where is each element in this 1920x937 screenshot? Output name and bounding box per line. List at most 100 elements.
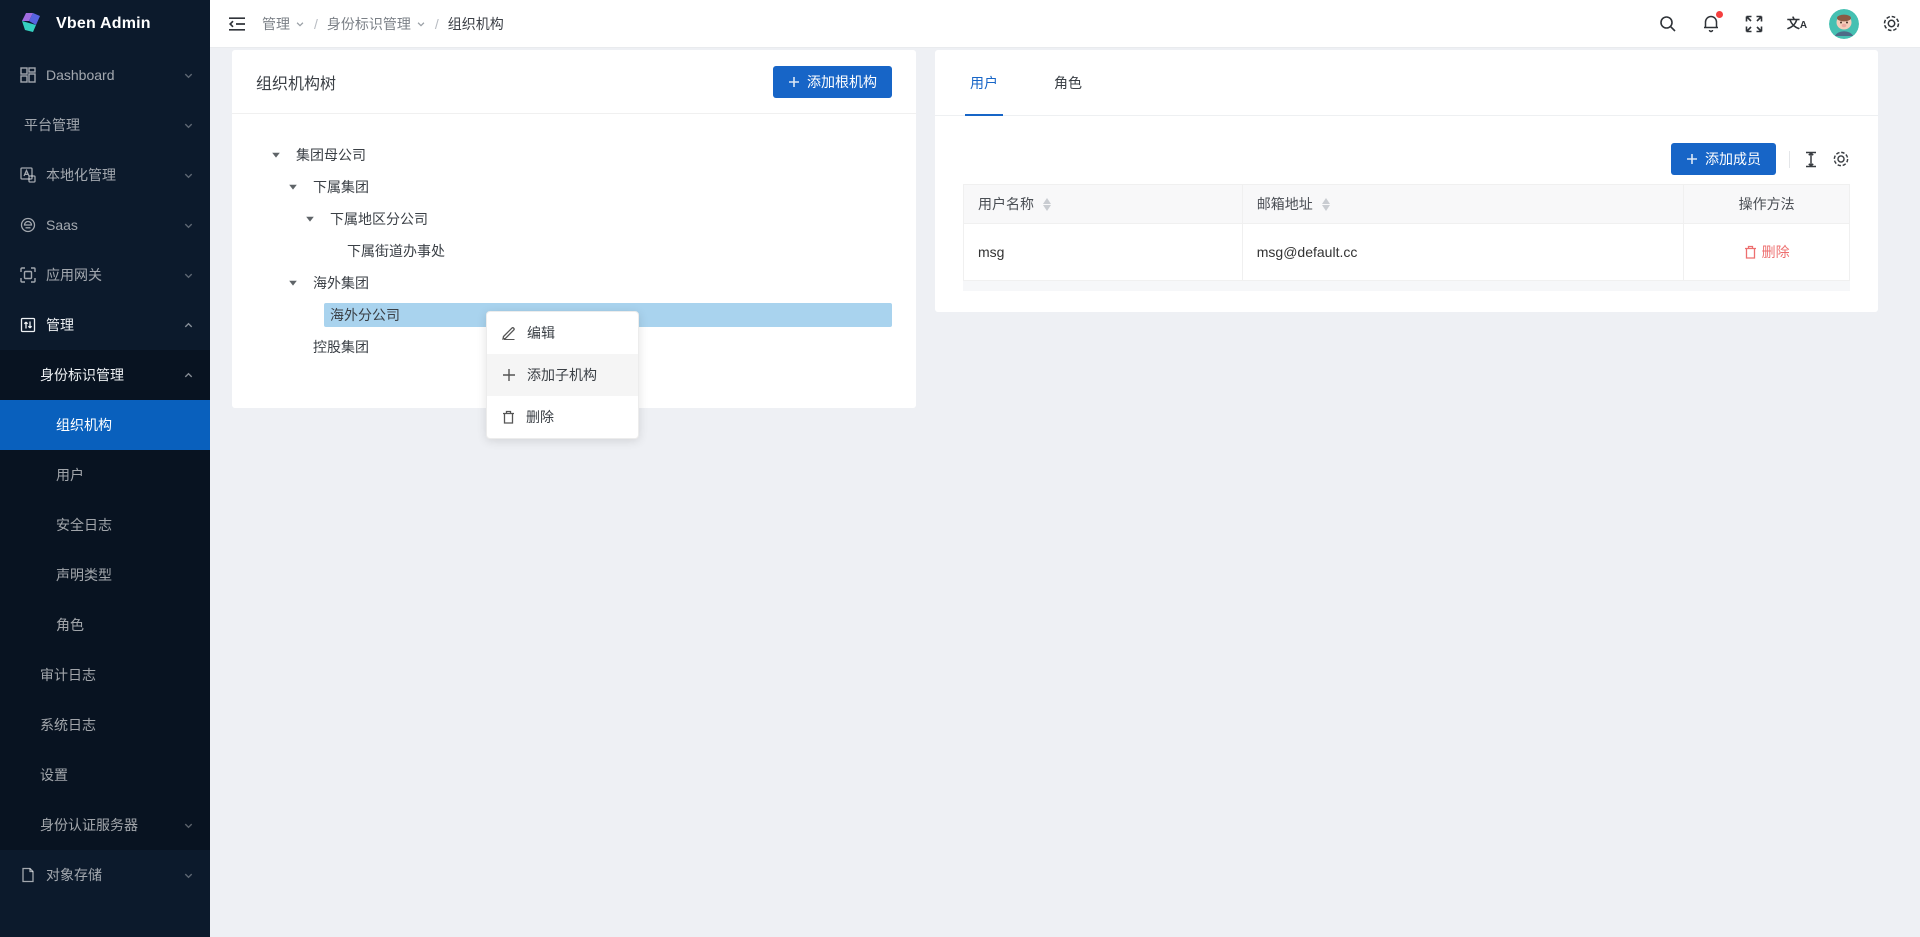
chevron-up-icon bbox=[183, 320, 194, 331]
logo-icon bbox=[18, 9, 46, 40]
cell-username: msg bbox=[964, 224, 1243, 280]
toolbar-divider bbox=[1789, 151, 1790, 168]
chevron-down-icon bbox=[295, 19, 305, 29]
cell-actions: 删除 bbox=[1684, 224, 1849, 280]
column-settings-gear-icon[interactable] bbox=[1832, 150, 1850, 168]
caret-down-icon[interactable] bbox=[302, 214, 318, 224]
sidebar-item-label: 声明类型 bbox=[56, 565, 112, 585]
plus-icon bbox=[502, 368, 516, 382]
tab-roles[interactable]: 角色 bbox=[1049, 50, 1087, 115]
app-title: Vben Admin bbox=[56, 15, 151, 33]
search-icon[interactable] bbox=[1657, 13, 1679, 35]
tree-node[interactable]: 集团母公司 bbox=[268, 139, 892, 171]
object-storage-icon bbox=[20, 867, 37, 884]
breadcrumb-separator: / bbox=[435, 16, 439, 32]
app-logo[interactable]: Vben Admin bbox=[0, 0, 210, 48]
sidebar-item-label: 平台管理 bbox=[24, 115, 80, 135]
sidebar-item-claim-types[interactable]: 声明类型 bbox=[0, 550, 210, 600]
add-root-org-button[interactable]: 添加根机构 bbox=[773, 66, 892, 98]
sidebar-item-label: 本地化管理 bbox=[46, 165, 116, 185]
tree-node[interactable]: 下属街道办事处 bbox=[268, 235, 892, 267]
localization-icon bbox=[20, 167, 37, 184]
org-members-panel: 用户 角色 添加成员 用户名称 bbox=[935, 50, 1878, 312]
column-header-username[interactable]: 用户名称 bbox=[964, 185, 1243, 223]
sidebar-item-identity-mgmt[interactable]: 身份标识管理 bbox=[0, 350, 210, 400]
table-toolbar: 添加成员 bbox=[963, 143, 1850, 175]
saas-cloud-icon bbox=[20, 217, 37, 234]
column-header-email[interactable]: 邮箱地址 bbox=[1243, 185, 1685, 223]
row-height-icon[interactable] bbox=[1803, 151, 1819, 168]
sidebar-item-label: Dashboard bbox=[46, 67, 115, 83]
sidebar-item-platform-mgmt[interactable]: 平台管理 bbox=[0, 100, 210, 150]
sidebar-item-label: Saas bbox=[46, 217, 78, 233]
notification-bell-icon[interactable] bbox=[1700, 13, 1722, 35]
chevron-down-icon bbox=[183, 270, 194, 281]
context-menu-edit[interactable]: 编辑 bbox=[487, 312, 638, 354]
caret-down-icon[interactable] bbox=[285, 278, 301, 288]
sidebar-item-settings[interactable]: 设置 bbox=[0, 750, 210, 800]
trash-icon bbox=[502, 410, 515, 424]
sort-icon[interactable] bbox=[1043, 198, 1051, 211]
tree-node[interactable]: 下属地区分公司 bbox=[268, 203, 892, 235]
org-tree-panel-header: 组织机构树 添加根机构 bbox=[232, 50, 916, 114]
sidebar-item-audit-logs[interactable]: 审计日志 bbox=[0, 650, 210, 700]
chevron-up-icon bbox=[183, 370, 194, 381]
table-header-row: 用户名称 邮箱地址 操作方法 bbox=[964, 185, 1849, 224]
tree-context-menu: 编辑 添加子机构 删除 bbox=[486, 311, 639, 439]
caret-down-icon[interactable] bbox=[268, 150, 284, 160]
delete-member-button[interactable]: 删除 bbox=[1744, 242, 1790, 262]
settings-gear-icon[interactable] bbox=[1880, 13, 1902, 35]
cell-email: msg@default.cc bbox=[1243, 224, 1685, 280]
caret-down-icon[interactable] bbox=[285, 182, 301, 192]
sidebar-item-label: 组织机构 bbox=[56, 415, 112, 435]
sidebar: Vben Admin Dashboard 平台管理 bbox=[0, 0, 210, 937]
chevron-down-icon bbox=[416, 19, 426, 29]
sidebar-item-label: 安全日志 bbox=[56, 515, 112, 535]
menu-fold-icon[interactable] bbox=[228, 16, 246, 32]
context-menu-add-child-org[interactable]: 添加子机构 bbox=[487, 354, 638, 396]
sidebar-item-system-logs[interactable]: 系统日志 bbox=[0, 700, 210, 750]
tree-node[interactable]: 下属集团 bbox=[268, 171, 892, 203]
translate-icon[interactable]: 文A bbox=[1786, 13, 1808, 35]
tab-users[interactable]: 用户 bbox=[965, 50, 1003, 115]
header-actions: 文A bbox=[1657, 9, 1902, 39]
sidebar-item-label: 审计日志 bbox=[40, 665, 96, 685]
sidebar-item-security-logs[interactable]: 安全日志 bbox=[0, 500, 210, 550]
breadcrumb: 管理 / 身份标识管理 / 组织机构 bbox=[262, 14, 504, 34]
breadcrumb-item-identity-mgmt[interactable]: 身份标识管理 bbox=[327, 14, 426, 34]
sidebar-menu: Dashboard 平台管理 本地化管理 bbox=[0, 48, 210, 900]
panel-title: 组织机构树 bbox=[256, 70, 336, 94]
sidebar-item-saas[interactable]: Saas bbox=[0, 200, 210, 250]
table-footer-strip bbox=[963, 281, 1850, 291]
breadcrumb-item-organizations: 组织机构 bbox=[448, 14, 504, 34]
sort-icon[interactable] bbox=[1322, 198, 1330, 211]
dashboard-icon bbox=[20, 67, 37, 84]
add-member-button[interactable]: 添加成员 bbox=[1671, 143, 1776, 175]
breadcrumb-item-management[interactable]: 管理 bbox=[262, 14, 305, 34]
sidebar-item-users[interactable]: 用户 bbox=[0, 450, 210, 500]
sidebar-item-roles[interactable]: 角色 bbox=[0, 600, 210, 650]
chevron-down-icon bbox=[183, 70, 194, 81]
sidebar-item-identity-server[interactable]: 身份认证服务器 bbox=[0, 800, 210, 850]
sidebar-item-object-storage[interactable]: 对象存储 bbox=[0, 850, 210, 900]
sidebar-item-localization[interactable]: 本地化管理 bbox=[0, 150, 210, 200]
column-header-actions: 操作方法 bbox=[1684, 185, 1849, 223]
sidebar-item-dashboard[interactable]: Dashboard bbox=[0, 50, 210, 100]
sidebar-item-management[interactable]: 管理 bbox=[0, 300, 210, 350]
fullscreen-icon[interactable] bbox=[1743, 13, 1765, 35]
sidebar-item-label: 对象存储 bbox=[46, 865, 102, 885]
tree-node[interactable]: 海外集团 bbox=[268, 267, 892, 299]
table-row[interactable]: msg msg@default.cc 删除 bbox=[964, 224, 1849, 281]
avatar[interactable] bbox=[1829, 9, 1859, 39]
sidebar-item-label: 身份认证服务器 bbox=[40, 815, 138, 835]
sidebar-item-label: 系统日志 bbox=[40, 715, 96, 735]
sidebar-item-label: 管理 bbox=[46, 315, 74, 335]
sidebar-item-organizations[interactable]: 组织机构 bbox=[0, 400, 210, 450]
context-menu-delete[interactable]: 删除 bbox=[487, 396, 638, 438]
sidebar-item-label: 用户 bbox=[56, 465, 84, 485]
sidebar-item-app-gateway[interactable]: 应用网关 bbox=[0, 250, 210, 300]
trash-icon bbox=[1744, 245, 1757, 259]
plus-icon bbox=[1686, 153, 1698, 165]
notification-dot bbox=[1716, 11, 1723, 18]
edit-pencil-icon bbox=[502, 326, 516, 340]
